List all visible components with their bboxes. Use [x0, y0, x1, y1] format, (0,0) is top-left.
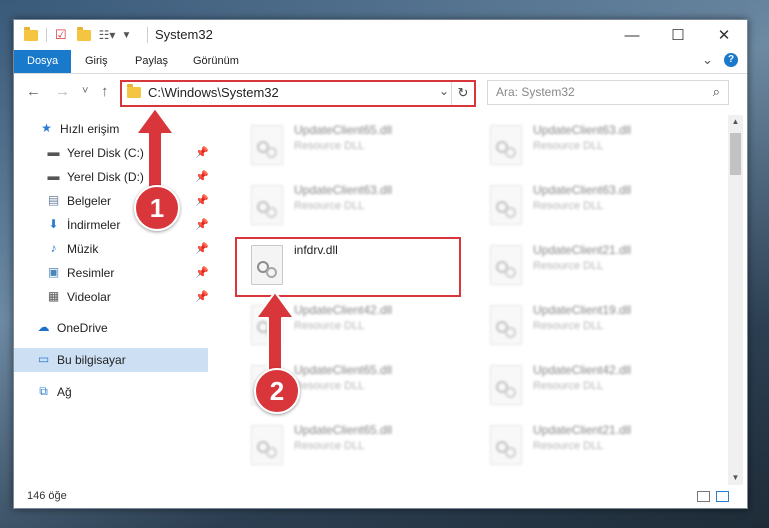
annotation-arrows: [135, 107, 295, 376]
step-2-badge: 2: [254, 368, 300, 414]
arrow-2: [255, 291, 295, 376]
explorer-window: ☑ ☷▾ ▼ System32 — ☐ ✕ Dosya Giriş Paylaş…: [13, 19, 748, 509]
step-1-badge: 1: [134, 185, 180, 231]
